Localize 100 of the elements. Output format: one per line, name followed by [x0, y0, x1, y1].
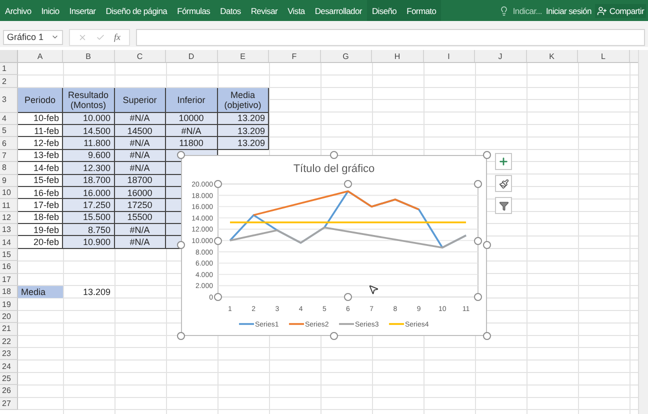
ribbon-tab[interactable]: Revisar	[246, 0, 283, 21]
column-header[interactable]: E	[218, 50, 269, 62]
resize-handle[interactable]	[177, 151, 185, 159]
table-cell: 16-feb	[18, 186, 63, 200]
column-header[interactable]: D	[166, 50, 218, 62]
row-header[interactable]: 8	[0, 162, 18, 175]
row-header[interactable]: 15	[0, 248, 18, 262]
row-header[interactable]: 2	[0, 75, 18, 88]
table-cell: 15.500	[63, 212, 114, 224]
row-header[interactable]: 1	[0, 63, 18, 76]
share-button[interactable]: Compartir	[595, 4, 646, 18]
table-cell: Resultado (Montos)	[63, 88, 114, 113]
sign-in-link[interactable]: Iniciar sesión	[546, 6, 592, 16]
check-icon[interactable]	[96, 32, 105, 42]
tell-me-field[interactable]: Indicar...	[512, 6, 542, 16]
table-cell: 18.700	[63, 174, 114, 187]
resize-handle[interactable]	[177, 332, 185, 340]
chart-styles-button[interactable]	[495, 175, 512, 192]
row-header[interactable]: 20	[0, 310, 18, 324]
column-header[interactable]: B	[63, 50, 114, 62]
ribbon-tab[interactable]: Datos	[215, 0, 246, 21]
person-add-icon	[597, 6, 608, 16]
chart-title: Título del gráfico	[293, 163, 375, 175]
table-cell: 8.750	[63, 224, 114, 236]
row-header[interactable]: 14	[0, 236, 18, 249]
resize-handle[interactable]	[330, 151, 338, 159]
row-header[interactable]: 17	[0, 274, 18, 286]
resize-handle[interactable]	[344, 180, 352, 188]
insert-function-button[interactable]: fx	[114, 32, 120, 42]
row-header[interactable]: 25	[0, 372, 18, 386]
table-cell: 16.000	[63, 186, 114, 200]
row-header[interactable]: 16	[0, 261, 18, 274]
ribbon-tab[interactable]: Vista	[282, 0, 310, 21]
table-cell: Media	[18, 286, 63, 298]
mouse-pointer-icon	[368, 284, 379, 295]
column-header[interactable]: K	[526, 50, 578, 62]
resize-handle[interactable]	[330, 332, 338, 340]
table-cell: 19-feb	[18, 224, 63, 236]
row-header[interactable]: 9	[0, 174, 18, 187]
row-header[interactable]: 21	[0, 323, 18, 336]
ribbon-tab[interactable]: Inicio	[36, 0, 64, 21]
row-header[interactable]: 5	[0, 124, 18, 138]
row-header[interactable]: 12	[0, 212, 18, 224]
resize-handle[interactable]	[214, 237, 222, 245]
ribbon-tab[interactable]: Desarrollador	[310, 0, 367, 21]
row-header[interactable]: 10	[0, 186, 18, 200]
row-header[interactable]: 13	[0, 224, 18, 236]
table-cell: 9.600	[63, 150, 114, 162]
row-header[interactable]: 26	[0, 385, 18, 398]
row-header[interactable]: 19	[0, 298, 18, 311]
table-cell: 15500	[114, 212, 166, 224]
resize-handle[interactable]	[214, 293, 222, 301]
table-cell: 16000	[114, 186, 166, 200]
plus-icon	[498, 156, 509, 167]
table-cell: 20-feb	[18, 236, 63, 249]
chart-filter-button[interactable]	[495, 197, 512, 214]
column-header[interactable]: L	[578, 50, 630, 62]
resize-handle[interactable]	[344, 293, 352, 301]
table-cell: 17250	[114, 199, 166, 212]
resize-handle[interactable]	[177, 241, 185, 249]
row-header[interactable]: 18	[0, 286, 18, 298]
row-header[interactable]: 22	[0, 336, 18, 348]
row-header[interactable]: 27	[0, 398, 18, 410]
resize-handle[interactable]	[214, 180, 222, 188]
ribbon-tab[interactable]: Archivo	[0, 0, 36, 21]
row-header[interactable]: 4	[0, 112, 18, 125]
column-header[interactable]: G	[320, 50, 372, 62]
row-header[interactable]: 23	[0, 348, 18, 360]
ribbon-tab[interactable]: Diseño de página	[100, 0, 172, 21]
row-header[interactable]: 11	[0, 199, 18, 212]
column-header[interactable]: J	[475, 50, 526, 62]
table-cell: 13.209	[218, 124, 269, 138]
name-box[interactable]: Gráfico 1	[3, 30, 63, 44]
row-header[interactable]: 6	[0, 137, 18, 150]
column-header[interactable]: F	[269, 50, 320, 62]
ribbon-tab[interactable]: Fórmulas	[172, 0, 216, 21]
resize-handle[interactable]	[474, 293, 482, 301]
table-cell-text: 13.209	[82, 286, 112, 298]
resize-handle[interactable]	[483, 332, 491, 340]
table-cell: 17-feb	[18, 199, 63, 212]
column-header[interactable]: A	[18, 50, 63, 62]
resize-handle[interactable]	[474, 180, 482, 188]
ribbon-tab[interactable]: Formato	[402, 0, 442, 21]
formula-input[interactable]	[136, 28, 645, 46]
table-cell: 12-feb	[18, 137, 63, 150]
column-header[interactable]: H	[372, 50, 424, 62]
table-cell: 10.900	[63, 236, 114, 249]
resize-handle[interactable]	[483, 151, 491, 159]
row-header[interactable]: 3	[0, 88, 18, 113]
row-header[interactable]: 7	[0, 150, 18, 162]
table-cell: 13.209	[218, 112, 269, 125]
add-chart-element-button[interactable]	[495, 153, 512, 170]
column-header[interactable]: C	[114, 50, 166, 62]
table-cell: 11-feb	[18, 124, 63, 138]
ribbon-tab[interactable]: Diseño	[366, 0, 402, 21]
ribbon-tab[interactable]: Insertar	[64, 0, 101, 21]
cancel-icon[interactable]	[78, 32, 87, 42]
row-header[interactable]: 24	[0, 360, 18, 373]
column-header[interactable]: I	[424, 50, 475, 62]
table-cell: 11.800	[63, 137, 114, 150]
